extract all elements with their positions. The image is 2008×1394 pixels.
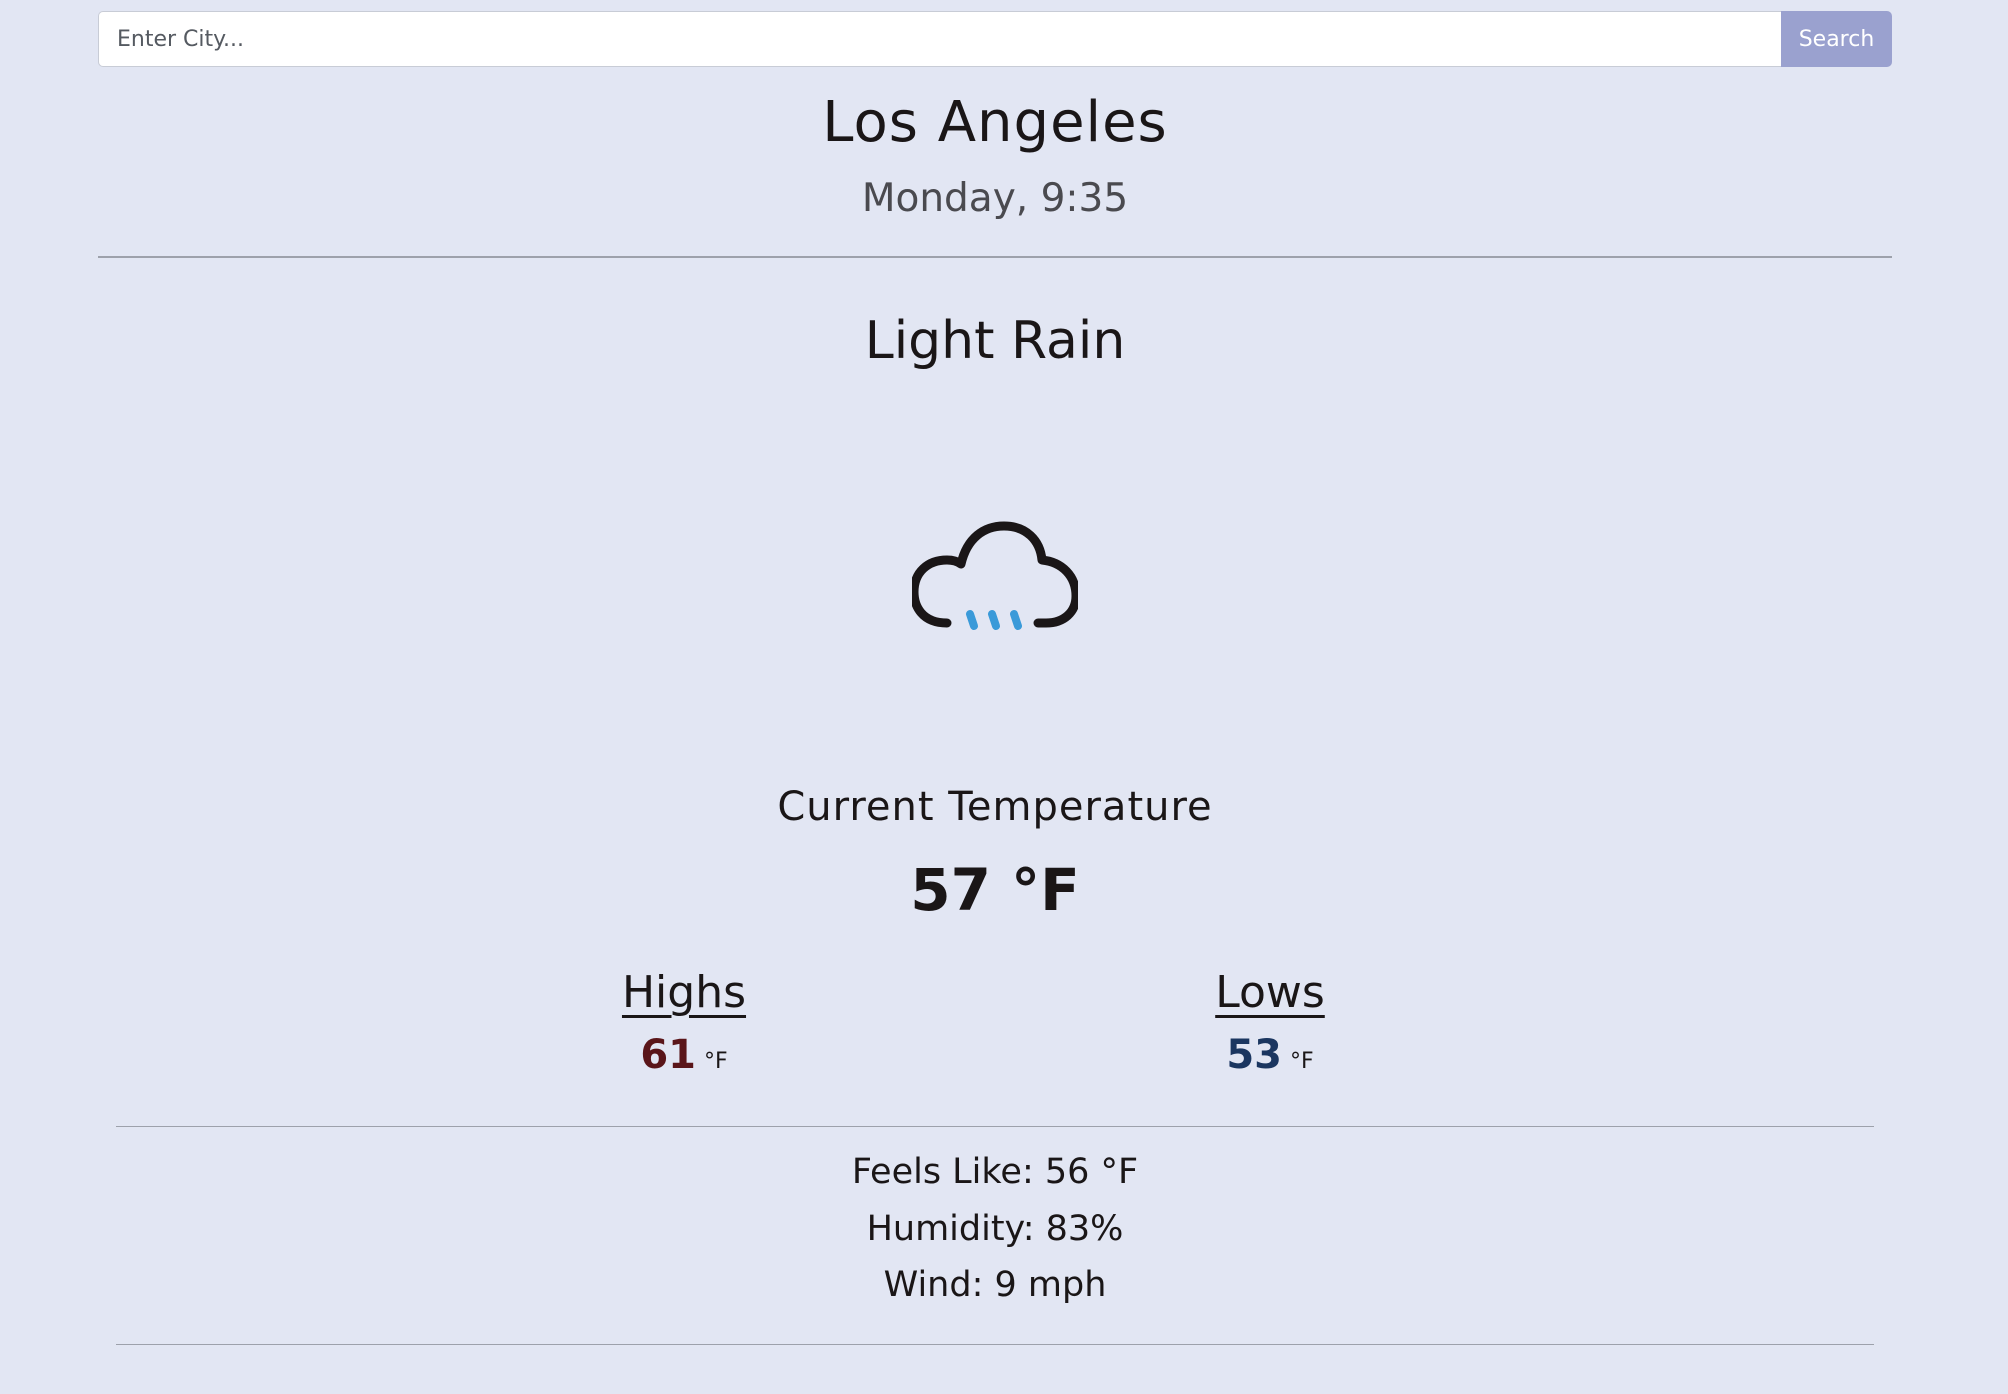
highs-value-row: 61 °F [606,1032,762,1078]
rain-drop [1010,610,1022,630]
search-button[interactable]: Search [1781,11,1892,67]
search-bar: Search [98,11,1892,67]
details-top-divider [116,1126,1874,1127]
lows-value-row: 53 °F [1208,1032,1332,1078]
current-temperature-label: Current Temperature [777,784,1213,830]
low-temperature-unit: °F [1290,1049,1314,1074]
wind-speed: Wind: 9 mph [883,1265,1107,1305]
feels-like: Feels Like: 56 °F [851,1152,1139,1192]
cloud-outline [912,521,1078,628]
date-time: Monday, 9:35 [861,176,1129,221]
rain-drop [988,610,1000,630]
cloud-rain-icon [912,521,1078,630]
high-temperature-value: 61 [640,1032,696,1078]
current-temperature-value: 57 °F [910,856,1080,924]
lows-heading: Lows [1215,967,1325,1018]
city-name: Los Angeles [822,90,1168,155]
highs-heading: Highs [621,967,747,1018]
humidity: Humidity: 83% [866,1209,1124,1249]
details-bottom-divider [116,1344,1874,1345]
city-search-input[interactable] [98,11,1781,67]
header-divider [98,256,1892,258]
high-temperature-unit: °F [704,1049,728,1074]
highs-section: Highs 61 °F [606,967,762,1078]
low-temperature-value: 53 [1226,1032,1282,1078]
rain-drop [966,610,978,630]
weather-condition: Light Rain [864,311,1126,371]
lows-section: Lows 53 °F [1208,967,1332,1078]
